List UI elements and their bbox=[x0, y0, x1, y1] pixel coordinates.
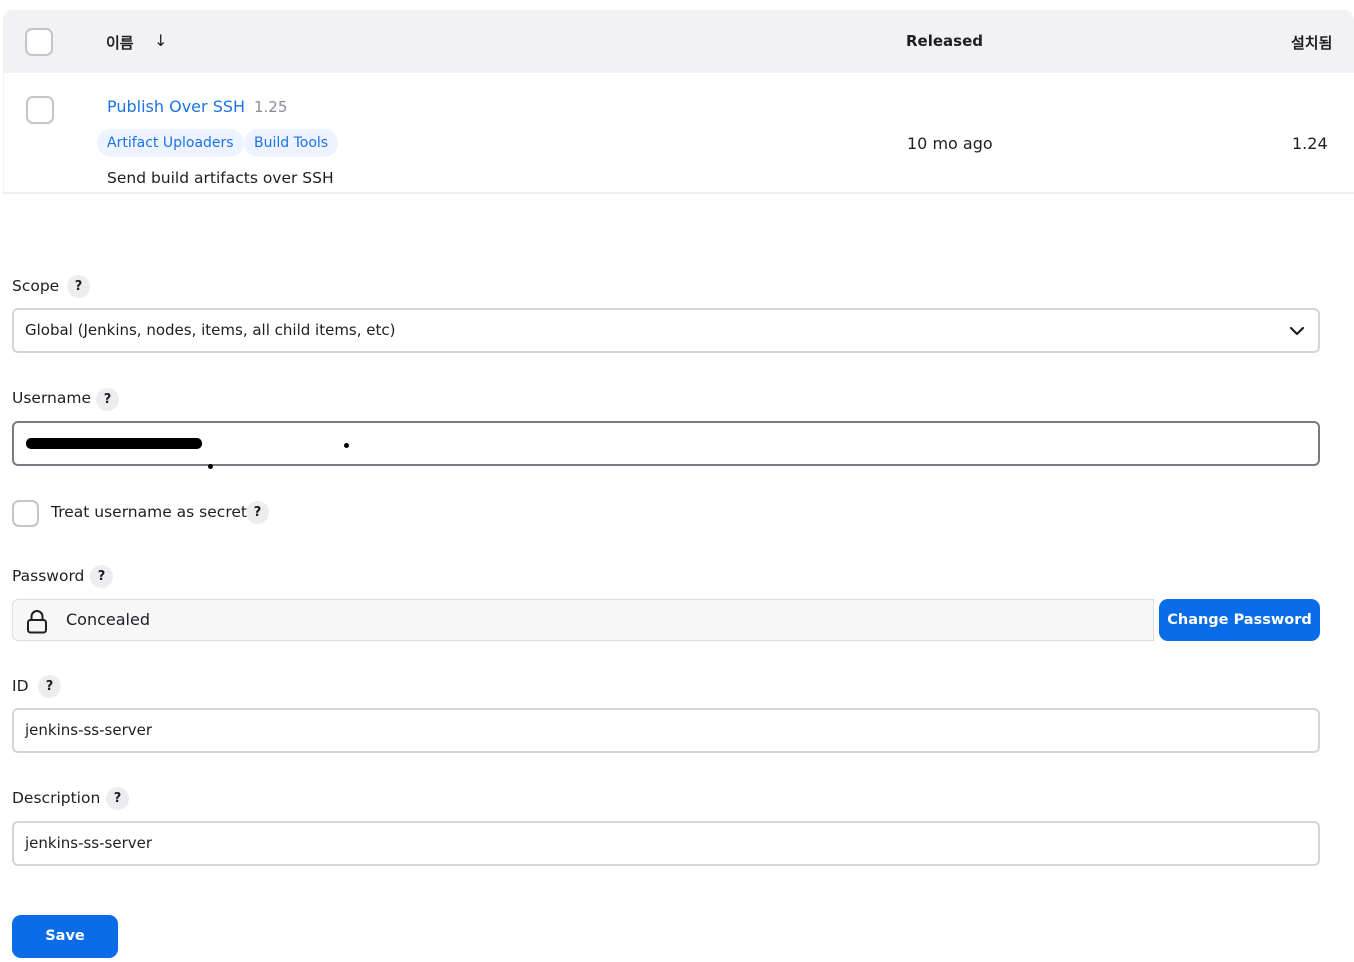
password-help-icon[interactable]: ? bbox=[90, 565, 113, 588]
id-input-value: jenkins-ss-server bbox=[25, 721, 153, 739]
password-concealed-field: Concealed bbox=[12, 599, 1154, 641]
username-label: Username bbox=[12, 389, 92, 407]
password-label: Password bbox=[12, 567, 85, 585]
scope-label: Scope bbox=[12, 277, 60, 295]
redaction-mark bbox=[26, 438, 202, 449]
scope-selected-value: Global (Jenkins, nodes, items, all child… bbox=[25, 321, 396, 339]
id-label: ID bbox=[12, 677, 29, 695]
installed-column-header[interactable]: 설치됨 bbox=[1291, 32, 1332, 53]
plugin-version: 1.25 bbox=[254, 98, 288, 116]
id-help-icon[interactable]: ? bbox=[38, 675, 61, 698]
tag-build-tools[interactable]: Build Tools bbox=[244, 129, 339, 157]
plugin-released: 10 mo ago bbox=[907, 134, 993, 153]
lock-icon bbox=[27, 610, 47, 634]
redaction-dot bbox=[344, 443, 349, 448]
description-help-icon[interactable]: ? bbox=[106, 787, 129, 810]
table-header: 이름 ↓ Released 설치됨 bbox=[3, 10, 1354, 73]
plugin-select-checkbox[interactable] bbox=[26, 96, 54, 124]
plugin-table: 이름 ↓ Released 설치됨 Publish Over SSH 1.25 … bbox=[3, 10, 1354, 194]
name-column-header[interactable]: 이름 bbox=[106, 32, 134, 53]
treat-username-secret-label[interactable]: Treat username as secret bbox=[51, 503, 247, 521]
scope-select[interactable]: Global (Jenkins, nodes, items, all child… bbox=[12, 308, 1320, 353]
scope-help-icon[interactable]: ? bbox=[67, 275, 90, 298]
description-input[interactable]: jenkins-ss-server bbox=[12, 821, 1320, 866]
treat-username-secret-checkbox[interactable] bbox=[12, 500, 39, 527]
released-column-header[interactable]: Released bbox=[906, 32, 983, 50]
select-all-checkbox[interactable] bbox=[25, 28, 53, 56]
description-input-value: jenkins-ss-server bbox=[25, 834, 153, 852]
description-label: Description bbox=[12, 789, 101, 807]
chevron-down-icon bbox=[1289, 326, 1305, 336]
redaction-dot bbox=[208, 464, 213, 469]
username-help-icon[interactable]: ? bbox=[96, 388, 119, 411]
plugin-installed-version: 1.24 bbox=[1292, 134, 1328, 153]
tag-artifact-uploaders[interactable]: Artifact Uploaders bbox=[97, 129, 244, 157]
sort-arrow-icon[interactable]: ↓ bbox=[154, 31, 167, 50]
change-password-button[interactable]: Change Password bbox=[1159, 599, 1320, 641]
plugin-name-link[interactable]: Publish Over SSH bbox=[107, 97, 245, 116]
password-status: Concealed bbox=[66, 610, 150, 629]
username-input[interactable] bbox=[12, 421, 1320, 469]
treat-secret-help-icon[interactable]: ? bbox=[246, 501, 269, 524]
id-input[interactable]: jenkins-ss-server bbox=[12, 708, 1320, 753]
save-button[interactable]: Save bbox=[12, 915, 118, 958]
table-row: Publish Over SSH 1.25 Artifact Uploaders… bbox=[3, 73, 1354, 194]
plugin-description: Send build artifacts over SSH bbox=[107, 169, 334, 187]
